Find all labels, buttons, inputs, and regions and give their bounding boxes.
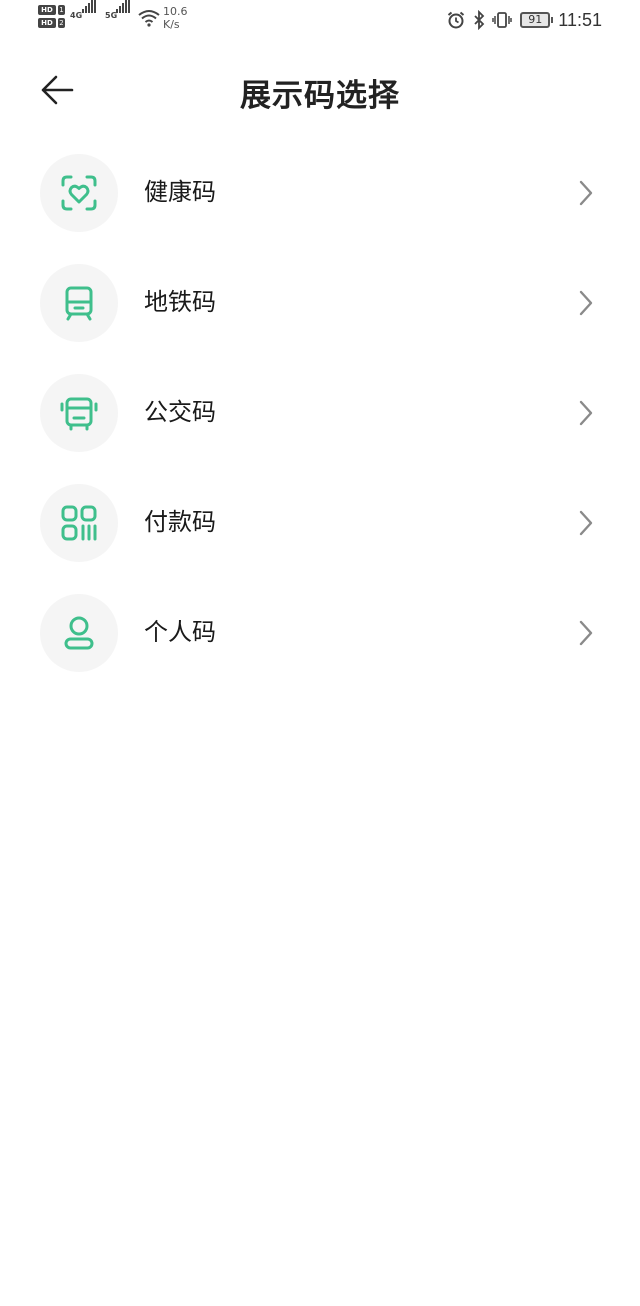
- sim-indicators: HD 1 HD 2: [38, 5, 66, 31]
- icon-circle: [40, 154, 118, 232]
- list-item-payment-code[interactable]: 付款码: [0, 468, 640, 578]
- icon-circle: [40, 594, 118, 672]
- icon-circle: [40, 264, 118, 342]
- sim-2-number: 2: [58, 18, 65, 28]
- list-item-health-code[interactable]: 健康码: [0, 138, 640, 248]
- list-item-label: 付款码: [144, 508, 216, 536]
- bluetooth-icon: [474, 10, 485, 30]
- chevron-right-icon: [579, 180, 593, 206]
- battery-indicator: 91: [520, 12, 554, 28]
- chevron-right-icon: [579, 620, 593, 646]
- payment-code-icon: [61, 505, 97, 541]
- code-type-list: 健康码 地铁码 公交码 付款码 个人码: [0, 138, 640, 688]
- heart-scan-icon: [61, 175, 97, 211]
- icon-circle: [40, 374, 118, 452]
- list-item-label: 个人码: [144, 618, 216, 646]
- list-item-bus-code[interactable]: 公交码: [0, 358, 640, 468]
- vibrate-icon: [492, 12, 513, 28]
- bus-icon: [60, 397, 98, 431]
- chevron-right-icon: [579, 510, 593, 536]
- alarm-icon: [448, 11, 465, 29]
- subway-icon: [65, 286, 93, 321]
- hd-badge-1: HD: [38, 5, 56, 15]
- icon-circle: [40, 484, 118, 562]
- network-speed: 10.6 K/s: [163, 5, 193, 31]
- network-type-4g: 4G: [70, 11, 83, 20]
- wifi-icon: [138, 10, 160, 27]
- hd-badge-2: HD: [38, 18, 56, 28]
- list-item-subway-code[interactable]: 地铁码: [0, 248, 640, 358]
- person-icon: [64, 616, 94, 650]
- sim-1-number: 1: [58, 5, 65, 15]
- list-item-personal-code[interactable]: 个人码: [0, 578, 640, 688]
- chevron-right-icon: [579, 400, 593, 426]
- header: 展示码选择: [0, 60, 640, 120]
- clock: 11:51: [558, 9, 602, 30]
- list-item-label: 健康码: [144, 178, 216, 206]
- list-item-label: 公交码: [144, 398, 216, 426]
- network-speed-unit: K/s: [163, 18, 180, 31]
- status-bar: HD 1 HD 2 4G 5G 10.6 K/s 91 11:51: [0, 0, 640, 40]
- network-speed-value: 10.6: [163, 5, 188, 18]
- status-bar-right: 91 11:51: [446, 9, 602, 31]
- chevron-right-icon: [579, 290, 593, 316]
- list-item-label: 地铁码: [144, 288, 216, 316]
- page-title: 展示码选择: [240, 78, 400, 114]
